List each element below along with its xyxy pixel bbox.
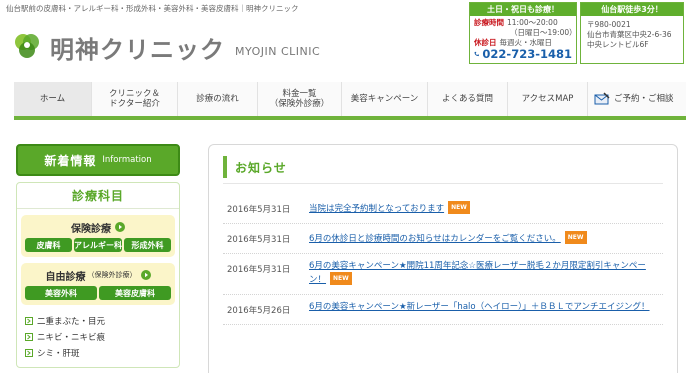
news-list: 2016年5月31日 当院は完全予約制となっております NEW 2016年5月31… — [223, 194, 663, 325]
treatment-link-label: ニキビ・ニキビ痕 — [37, 333, 106, 343]
news-date: 2016年5月31日 — [227, 205, 291, 215]
nav-reservation[interactable]: ご予約・ご相談 — [588, 82, 686, 116]
treatment-link[interactable]: ニキビ・ニキビ痕 — [25, 329, 175, 345]
nav-access-map[interactable]: アクセスMAP — [508, 82, 588, 116]
private-title[interactable]: 自由診療 （保険外診療） — [25, 268, 171, 283]
nav-campaign-label: 美容キャンペーン — [350, 94, 419, 104]
treatment-link-label: 二重まぶた・目元 — [37, 317, 106, 327]
play-arrow-icon — [115, 222, 125, 232]
nav-faq[interactable]: よくある質問 — [428, 82, 508, 116]
nav-home-label: ホーム — [39, 94, 66, 104]
hours-sub: （日曜日～19:00） — [510, 28, 577, 37]
news-section: お知らせ 2016年5月31日 当院は完全予約制となっております NEW 2016… — [208, 144, 678, 373]
nav-price-list[interactable]: 料金一覧 （保険外診療） — [258, 82, 342, 116]
treatment-link-label: シミ・肝斑 — [37, 349, 80, 359]
news-link-text: 当院は完全予約制となっております — [309, 204, 445, 214]
insurance-title[interactable]: 保険診療 — [25, 220, 171, 235]
news-row: 2016年5月31日 6月の休診日と診療時間のお知らせはカレンダーをご覧ください… — [223, 224, 663, 254]
logo-english-name: MYOJIN CLINIC — [235, 44, 321, 58]
access-box: 仙台駅徒歩3分！ 〒980-0021 仙台市青葉区中央2-6-36 中央レントビ… — [580, 2, 684, 64]
insurance-card: 保険診療 皮膚科 アレルギー科 形成外科 — [21, 215, 175, 257]
square-bullet-icon — [25, 349, 33, 357]
dept-cosmetic-dermatology[interactable]: 美容皮膚科 — [99, 286, 171, 300]
nav-flow-label: 診療の流れ — [196, 94, 239, 104]
nav-reservation-label: ご予約・ご相談 — [614, 94, 674, 104]
phone-text: 022-723-1481 — [482, 47, 572, 61]
news-row: 2016年5月31日 6月の美容キャンペーン★開院11周年記念☆医療レーザー脱毛… — [223, 254, 663, 295]
new-badge: NEW — [448, 201, 470, 214]
treatment-link[interactable]: シミ・肝斑 — [25, 345, 175, 361]
mail-icon — [594, 92, 610, 105]
access-heading: 仙台駅徒歩3分！ — [581, 3, 683, 16]
new-badge: NEW — [564, 231, 587, 244]
news-link[interactable]: 6月の美容キャンペーン★新レーザー「halo（ヘイロー）」＋ＢＢＬでアンチエイジ… — [309, 302, 661, 316]
hours-value: 11:00～20:00 — [507, 18, 558, 27]
postal-code: 〒980-0021 — [587, 20, 631, 29]
news-link-text: 6月の美容キャンペーン★開院11周年記念☆医療レーザー脱毛２か月限定割引キャンペ… — [309, 261, 646, 285]
news-button-en: Information — [102, 155, 152, 165]
hours-heading: 土日・祝日も診療！ — [470, 3, 576, 16]
departments-panel: 診療科目 保険診療 皮膚科 アレルギー科 形成外科 自由診療 （保険外診療） 美… — [16, 182, 180, 368]
news-link[interactable]: 当院は完全予約制となっております NEW — [309, 201, 661, 215]
news-link-text: 6月の美容キャンペーン★新レーザー「halo（ヘイロー）」＋ＢＢＬでアンチエイジ… — [309, 302, 650, 312]
news-row: 2016年5月26日 6月の美容キャンペーン★新レーザー「halo（ヘイロー）」… — [223, 295, 663, 325]
news-button[interactable]: 新着情報 Information — [16, 144, 180, 176]
title-divider — [223, 183, 663, 184]
phone-icon — [474, 51, 479, 57]
nav-clinic-doctor[interactable]: クリニック＆ ドクター紹介 — [92, 82, 178, 116]
nav-campaign[interactable]: 美容キャンペーン — [342, 82, 428, 116]
private-title-text: 自由診療 — [45, 271, 86, 283]
address-line-1: 仙台市青葉区中央2-6-36 — [587, 30, 672, 39]
play-arrow-icon — [140, 270, 151, 280]
logo-name: 明神クリニック — [50, 35, 225, 64]
news-button-label: 新着情報 — [44, 153, 97, 168]
nav-faq-label: よくある質問 — [441, 94, 493, 104]
insurance-title-text: 保険診療 — [71, 223, 111, 235]
treatment-link[interactable]: 二重まぶた・目元 — [25, 313, 175, 329]
hours-box: 土日・祝日も診療！ 診療時間 11:00～20:00 （日曜日～19:00） 休… — [469, 2, 577, 64]
news-link-text: 6月の休診日と診療時間のお知らせはカレンダーをご覧ください。 — [309, 234, 561, 244]
address-line-2: 中央レントビル6F — [587, 40, 649, 49]
sidebar: 新着情報 Information 診療科目 保険診療 皮膚科 アレルギー科 形成… — [16, 144, 180, 368]
dept-plastic-surgery[interactable]: 形成外科 — [124, 238, 171, 252]
global-nav: ホーム クリニック＆ ドクター紹介 診療の流れ 料金一覧 （保険外診療） 美容キ… — [14, 82, 686, 120]
phone-number[interactable]: 022-723-1481 — [474, 47, 572, 61]
dept-cosmetic-surgery[interactable]: 美容外科 — [25, 286, 97, 300]
hours-label: 診療時間 — [474, 18, 504, 27]
news-link[interactable]: 6月の美容キャンペーン★開院11周年記念☆医療レーザー脱毛２か月限定割引キャンペ… — [309, 261, 661, 286]
nav-clinic-label: クリニック＆ — [108, 89, 160, 99]
news-row: 2016年5月31日 当院は完全予約制となっております NEW — [223, 194, 663, 224]
dept-allergy[interactable]: アレルギー科 — [74, 238, 122, 252]
title-accent-bar — [223, 156, 227, 178]
news-date: 2016年5月31日 — [227, 235, 291, 245]
private-card: 自由診療 （保険外診療） 美容外科 美容皮膚科 — [21, 263, 175, 305]
new-badge: NEW — [330, 272, 352, 285]
private-title-small: （保険外診療） — [87, 271, 137, 279]
nav-flow[interactable]: 診療の流れ — [178, 82, 258, 116]
nav-price-sub-label: （保険外診療） — [269, 99, 330, 109]
nav-doctor-label: ドクター紹介 — [109, 99, 160, 109]
site-tagline: 仙台駅前の皮膚科・アレルギー科・形成外科・美容外科・美容皮膚科｜明神クリニック — [6, 4, 299, 13]
news-title: お知らせ — [235, 160, 287, 175]
square-bullet-icon — [25, 333, 33, 341]
news-date: 2016年5月26日 — [227, 306, 291, 316]
nav-price-label: 料金一覧 — [282, 89, 317, 99]
departments-title: 診療科目 — [17, 183, 179, 209]
treatment-links: 二重まぶた・目元 ニキビ・ニキビ痕 シミ・肝斑 — [25, 313, 175, 361]
news-date: 2016年5月31日 — [227, 265, 291, 275]
news-link[interactable]: 6月の休診日と診療時間のお知らせはカレンダーをご覧ください。 NEW — [309, 231, 661, 245]
square-bullet-icon — [25, 317, 33, 325]
nav-access-label: アクセスMAP — [521, 94, 574, 104]
site-logo[interactable]: 明神クリニック MYOJIN CLINIC — [10, 28, 320, 66]
dept-dermatology[interactable]: 皮膚科 — [25, 238, 72, 252]
clover-logo-icon — [15, 34, 39, 58]
nav-home[interactable]: ホーム — [14, 82, 92, 116]
